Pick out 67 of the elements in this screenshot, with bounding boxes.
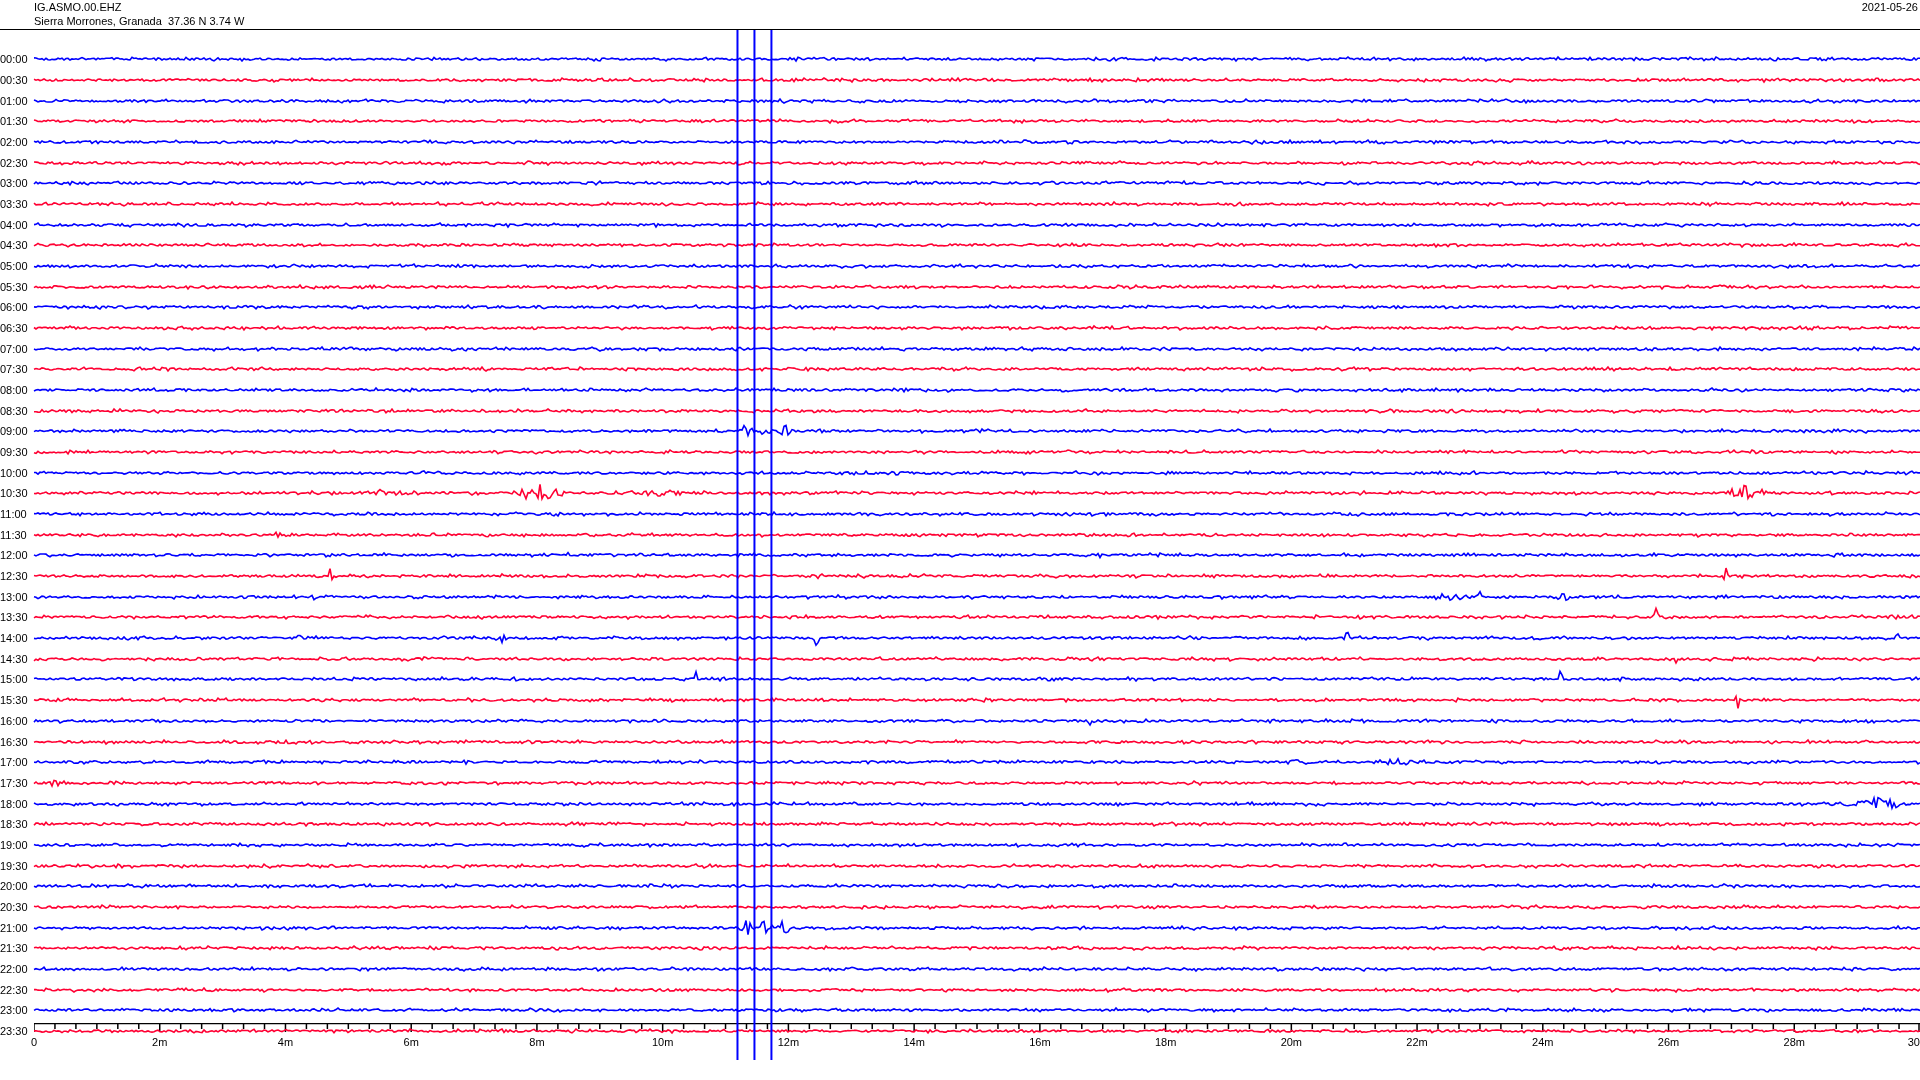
row-time-label: 09:00 <box>0 425 29 438</box>
row-time-label: 13:00 <box>0 590 29 603</box>
plot-date: 2021-05-26 <box>1861 0 1919 15</box>
row-time-label: 10:00 <box>0 466 29 479</box>
row-time-label: 03:00 <box>0 177 29 190</box>
row-time-label: 06:30 <box>0 322 29 335</box>
row-time-label: 22:30 <box>0 983 29 996</box>
row-time-label: 07:00 <box>0 342 29 355</box>
row-time-label: 18:30 <box>0 818 29 831</box>
row-time-label: 18:00 <box>0 797 29 810</box>
row-time-label: 23:00 <box>0 1004 29 1017</box>
row-time-label: 10:30 <box>0 487 29 500</box>
row-time-label: 02:30 <box>0 156 29 169</box>
row-time-label: 23:30 <box>0 1024 29 1037</box>
axis-tick-label: 20m <box>1280 1036 1303 1048</box>
row-time-label: 05:30 <box>0 280 29 293</box>
row-time-label: 20:30 <box>0 900 29 913</box>
row-time-label: 19:30 <box>0 859 29 872</box>
axis-tick-label: 6m <box>403 1036 419 1048</box>
row-time-label: 16:00 <box>0 714 29 727</box>
row-time-label: 01:00 <box>0 94 29 107</box>
row-time-label: 11:30 <box>0 528 28 541</box>
row-time-label: 14:00 <box>0 632 29 645</box>
row-time-label: 15:30 <box>0 694 29 707</box>
row-time-label: 21:30 <box>0 942 29 955</box>
row-time-label: 00:00 <box>0 53 29 66</box>
axis-tick-label: 12m <box>777 1036 800 1048</box>
axis-tick-label: 22m <box>1406 1036 1428 1048</box>
row-time-label: 19:00 <box>0 838 29 851</box>
axis-tick-label: 10m <box>651 1036 674 1048</box>
row-time-label: 20:00 <box>0 880 29 893</box>
row-time-label: 05:00 <box>0 260 29 273</box>
row-time-label: 12:30 <box>0 570 29 583</box>
row-time-label: 00:30 <box>0 74 29 86</box>
row-time-label: 12:00 <box>0 549 29 562</box>
axis-tick-label: 28m <box>1783 1036 1805 1048</box>
axis-tick-label: 14m <box>903 1036 925 1048</box>
axis-tick-label: 26m <box>1657 1036 1680 1048</box>
axis-tick-label: 24m <box>1532 1036 1554 1048</box>
station-code: IG.ASMO.00.EHZ <box>34 0 123 14</box>
row-time-label: 01:30 <box>0 115 29 128</box>
row-time-label: 08:30 <box>0 404 29 417</box>
row-time-label: 21:00 <box>0 921 29 934</box>
row-time-label: 02:00 <box>0 136 29 148</box>
station-location: Sierra Morrones, Granada 37.36 N 3.74 W <box>34 14 245 28</box>
axis-tick-label: 18m <box>1154 1036 1177 1048</box>
row-time-label: 15:00 <box>0 673 29 686</box>
row-time-label: 08:00 <box>0 384 29 397</box>
row-time-label: 13:30 <box>0 611 29 624</box>
axis-tick-label: 0 <box>30 1036 38 1048</box>
row-time-label: 16:30 <box>0 735 29 748</box>
row-time-label: 04:30 <box>0 239 29 252</box>
row-time-label: 04:00 <box>0 218 29 231</box>
row-time-label: 11:00 <box>0 508 28 521</box>
row-time-label: 17:30 <box>0 776 29 789</box>
axis-tick-label: 4m <box>277 1036 294 1048</box>
axis-tick-label: 30 <box>1907 1036 1920 1048</box>
axis-tick-label: 16m <box>1029 1036 1051 1048</box>
row-time-label: 09:30 <box>0 446 29 459</box>
row-time-label: 06:00 <box>0 301 29 314</box>
axis-tick-label: 8m <box>529 1036 545 1048</box>
row-time-label: 22:00 <box>0 962 29 975</box>
row-time-label: 03:30 <box>0 198 29 211</box>
row-time-label: 14:30 <box>0 652 29 665</box>
axis-tick-label: 2m <box>152 1036 168 1048</box>
row-time-label: 17:00 <box>0 756 29 769</box>
row-time-label: 07:30 <box>0 363 29 376</box>
